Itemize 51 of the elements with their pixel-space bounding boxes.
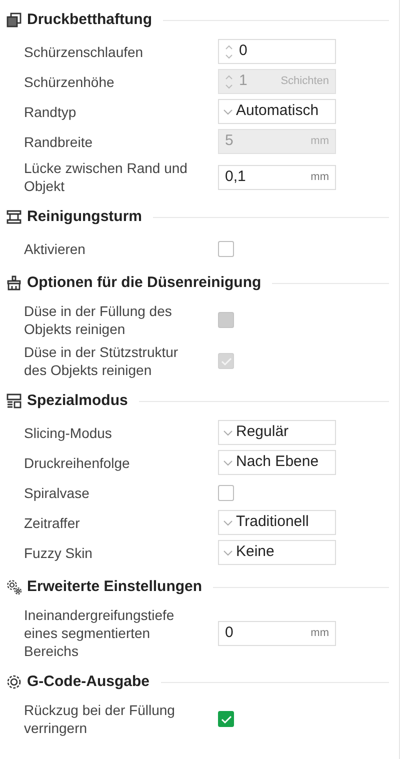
setting-label: Düse in der Füllung des Objekts reinigen (24, 302, 173, 338)
spin-arrows-icon (225, 44, 233, 60)
stacked-squares-icon (6, 12, 22, 28)
setting-label: Druckreihenfolge (24, 454, 131, 472)
chevron-down-icon (223, 430, 233, 436)
chevron-down-icon (223, 108, 233, 114)
chevron-down-icon (223, 460, 233, 466)
number-field[interactable]: 0 mm (218, 620, 336, 646)
tower-icon (6, 209, 22, 225)
section-title: Druckbetthaftung (27, 10, 152, 30)
spin-field[interactable]: 0 (218, 39, 336, 64)
setting-label: Slicing-Modus (24, 424, 113, 442)
setting-label: Aktivieren (24, 240, 86, 258)
unit-label: Schichten (280, 74, 329, 90)
section-title: G-Code-Ausgabe (27, 672, 150, 692)
setting-label: Düse in der Stützstruktur des Objekts reinigen (24, 343, 180, 379)
check-icon (220, 714, 232, 724)
layout-icon (6, 393, 22, 409)
checkbox[interactable] (218, 240, 234, 256)
setting-label: Schürzenhöhe (24, 72, 116, 90)
setting-label: Fuzzy Skin (24, 544, 94, 562)
setting-label: Zeitraffer (24, 514, 81, 532)
section-title: Spezialmodus (27, 390, 128, 411)
section-title: Reinigungsturm (27, 206, 142, 227)
dropdown[interactable]: Regulär (218, 420, 336, 445)
unit-label: mm (310, 170, 329, 185)
dropdown[interactable]: Nach Ebene (218, 450, 336, 475)
setting-label: Lücke zwischen Rand und Objekt (24, 159, 188, 195)
unit-label: mm (310, 134, 329, 150)
setting-label: Spiralvase (24, 484, 90, 502)
gear-icon (6, 674, 22, 690)
setting-label: Ineinandergreifungstiefe eines segmentierten Bereichs (24, 606, 176, 660)
section-title: Erweiterte Einstellungen (27, 576, 202, 597)
chevron-down-icon (223, 550, 233, 556)
checkbox[interactable] (218, 711, 234, 727)
checkbox[interactable] (218, 484, 234, 500)
unit-label: mm (310, 626, 329, 641)
setting-label: Randtyp (24, 102, 78, 120)
spin-arrows-icon (225, 74, 233, 90)
setting-label: Rückzug bei der Füllung verringern (24, 701, 176, 737)
setting-label: Schürzenschlaufen (24, 42, 144, 60)
gears-icon (6, 579, 22, 595)
section-title: Optionen für die Düsenreinigung (27, 272, 262, 293)
brush-icon (6, 275, 22, 291)
dropdown[interactable]: Keine (218, 540, 336, 565)
dropdown[interactable]: Traditionell (218, 510, 336, 535)
dropdown[interactable]: Automatisch (218, 99, 336, 124)
setting-label: Randbreite (24, 132, 94, 150)
check-icon (220, 356, 232, 366)
chevron-down-icon (223, 520, 233, 526)
number-field[interactable]: 0,1 mm (218, 164, 336, 190)
